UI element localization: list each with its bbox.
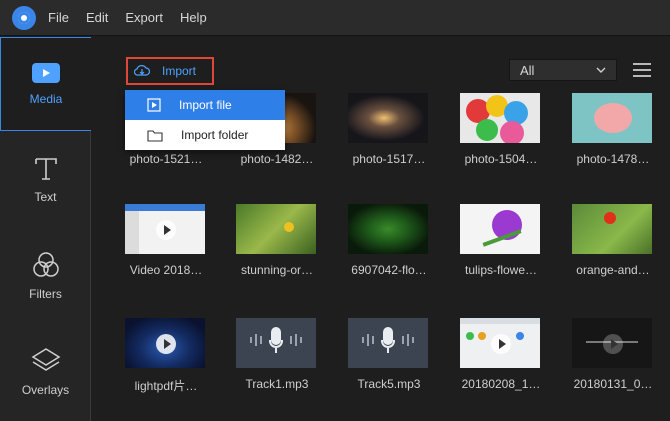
chevron-down-icon [596,67,606,73]
play-icon [156,220,176,240]
media-caption: photo-1504… [464,152,538,166]
media-caption: Track1.mp3 [245,377,309,391]
import-label: Import [162,64,197,78]
media-caption: photo-1521… [129,152,203,166]
play-icon [491,334,511,354]
media-caption: photo-1517… [352,152,426,166]
media-thumbnail [236,204,316,254]
import-menu: Import file Import folder [125,90,285,150]
sidebar-item-label: Media [29,92,63,106]
media-caption: Track5.mp3 [357,377,421,391]
sidebar-item-label: Text [34,190,57,204]
audio-thumbnail [348,318,428,368]
media-item[interactable]: orange-and… [572,204,654,277]
media-item[interactable]: 20180131_0… [572,318,654,391]
overlays-icon [31,348,60,371]
media-item[interactable]: Track5.mp3 [348,318,430,391]
media-item[interactable]: 6907042-flo… [348,204,430,277]
media-caption: 20180208_1… [461,377,541,391]
app-logo-icon [12,5,36,30]
text-icon [34,158,57,180]
media-thumbnail [348,204,428,254]
sidebar-item-label: Overlays [21,383,70,397]
media-caption: Video 2018… [129,263,203,277]
media-thumbnail [572,204,652,254]
media-item[interactable]: Video 2018… [125,204,207,277]
media-thumbnail [572,318,652,368]
media-thumbnail [125,318,205,368]
media-caption: orange-and… [576,263,650,277]
media-item[interactable]: lightpdf片… [125,318,207,394]
media-item[interactable]: 20180208_1… [460,318,542,391]
list-view-icon[interactable] [633,62,651,78]
media-caption: 20180131_0… [573,377,653,391]
media-caption: photo-1482… [240,152,314,166]
media-item[interactable]: tulips-flowe… [460,204,542,277]
filter-value: All [520,62,535,78]
sidebar-item-label: Filters [29,287,62,301]
menu-export[interactable]: Export [125,10,163,25]
menu-edit[interactable]: Edit [86,10,108,25]
menu-item-import-folder[interactable]: Import folder [125,120,285,150]
menu-bar: File Edit Export Help [0,0,670,36]
menu-item-import-file[interactable]: Import file [125,90,285,120]
media-item[interactable]: stunning-or… [236,204,318,277]
sidebar-item-overlays[interactable]: Overlays [0,325,91,419]
audio-thumbnail [236,318,316,368]
media-item[interactable]: photo-1517… [348,93,430,166]
media-panel: Import All Import file Import folder pho… [91,37,670,421]
media-caption: lightpdf片… [134,379,198,393]
media-item[interactable]: photo-1504… [460,93,542,166]
media-thumbnail [572,93,652,143]
media-thumbnail [460,318,540,368]
import-icon [134,65,150,76]
menu-help[interactable]: Help [180,10,207,25]
menu-item-label: Import folder [181,128,249,142]
media-item[interactable]: Track1.mp3 [236,318,318,391]
sidebar-item-media[interactable]: Media [0,37,91,131]
media-caption: photo-1478… [576,152,650,166]
media-thumbnail [348,93,428,143]
media-item[interactable]: photo-1478… [572,93,654,166]
filter-dropdown[interactable]: All [509,59,617,81]
media-thumbnail [460,204,540,254]
folder-icon [147,129,163,142]
filters-icon [32,252,59,277]
media-icon [32,63,60,83]
media-thumbnail [125,204,205,254]
play-icon [156,334,176,354]
sidebar: Media Text Filters Overlays [0,37,91,421]
menu-file[interactable]: File [48,10,69,25]
media-thumbnail [460,93,540,143]
menu-item-label: Import file [179,98,232,112]
import-button[interactable]: Import [126,57,214,85]
play-icon [603,334,623,354]
media-caption: 6907042-flo… [351,263,427,277]
media-caption: stunning-or… [240,263,314,277]
media-caption: tulips-flowe… [464,263,538,277]
sidebar-item-filters[interactable]: Filters [0,229,91,323]
file-icon [147,98,161,112]
sidebar-item-text[interactable]: Text [0,133,91,227]
